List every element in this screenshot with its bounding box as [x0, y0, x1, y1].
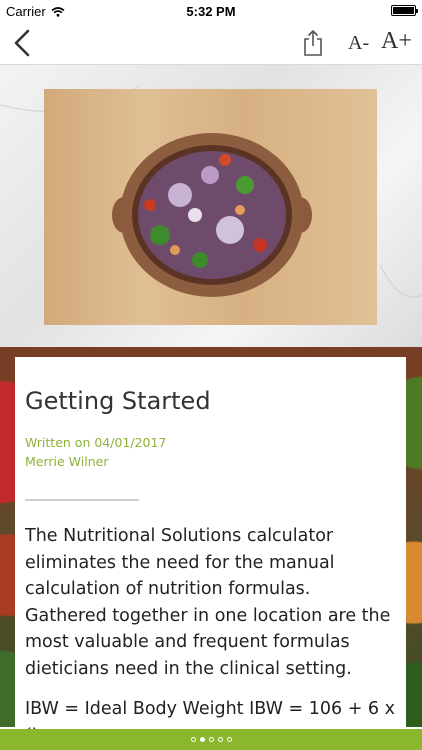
clock: 5:32 PM: [186, 4, 236, 19]
article-date: Written on 04/01/2017: [25, 435, 167, 450]
divider: [25, 499, 139, 501]
navigation-bar: A- A+: [0, 22, 422, 65]
article-body: The Nutritional Solutions calculator eli…: [25, 523, 397, 750]
battery-icon: [391, 5, 418, 16]
page-dot-active[interactable]: [199, 737, 205, 742]
status-bar: Carrier 5:32 PM: [0, 0, 422, 22]
decrease-font-button[interactable]: A-: [348, 32, 369, 55]
chevron-left-icon[interactable]: [10, 28, 36, 58]
page-dot[interactable]: [226, 737, 232, 742]
article-hero-image: [0, 65, 422, 347]
article-paragraph: The Nutritional Solutions calculator eli…: [25, 526, 391, 679]
share-icon[interactable]: [302, 29, 324, 57]
increase-font-button[interactable]: A+: [381, 28, 412, 55]
page-dot[interactable]: [190, 737, 196, 742]
page-dot[interactable]: [217, 737, 223, 742]
article-card: Getting Started Written on 04/01/2017 Me…: [15, 357, 406, 750]
article-title: Getting Started: [25, 387, 211, 415]
page-indicator: [0, 729, 422, 750]
article-author: Merrie Wilner: [25, 454, 109, 469]
page-dot[interactable]: [208, 737, 214, 742]
